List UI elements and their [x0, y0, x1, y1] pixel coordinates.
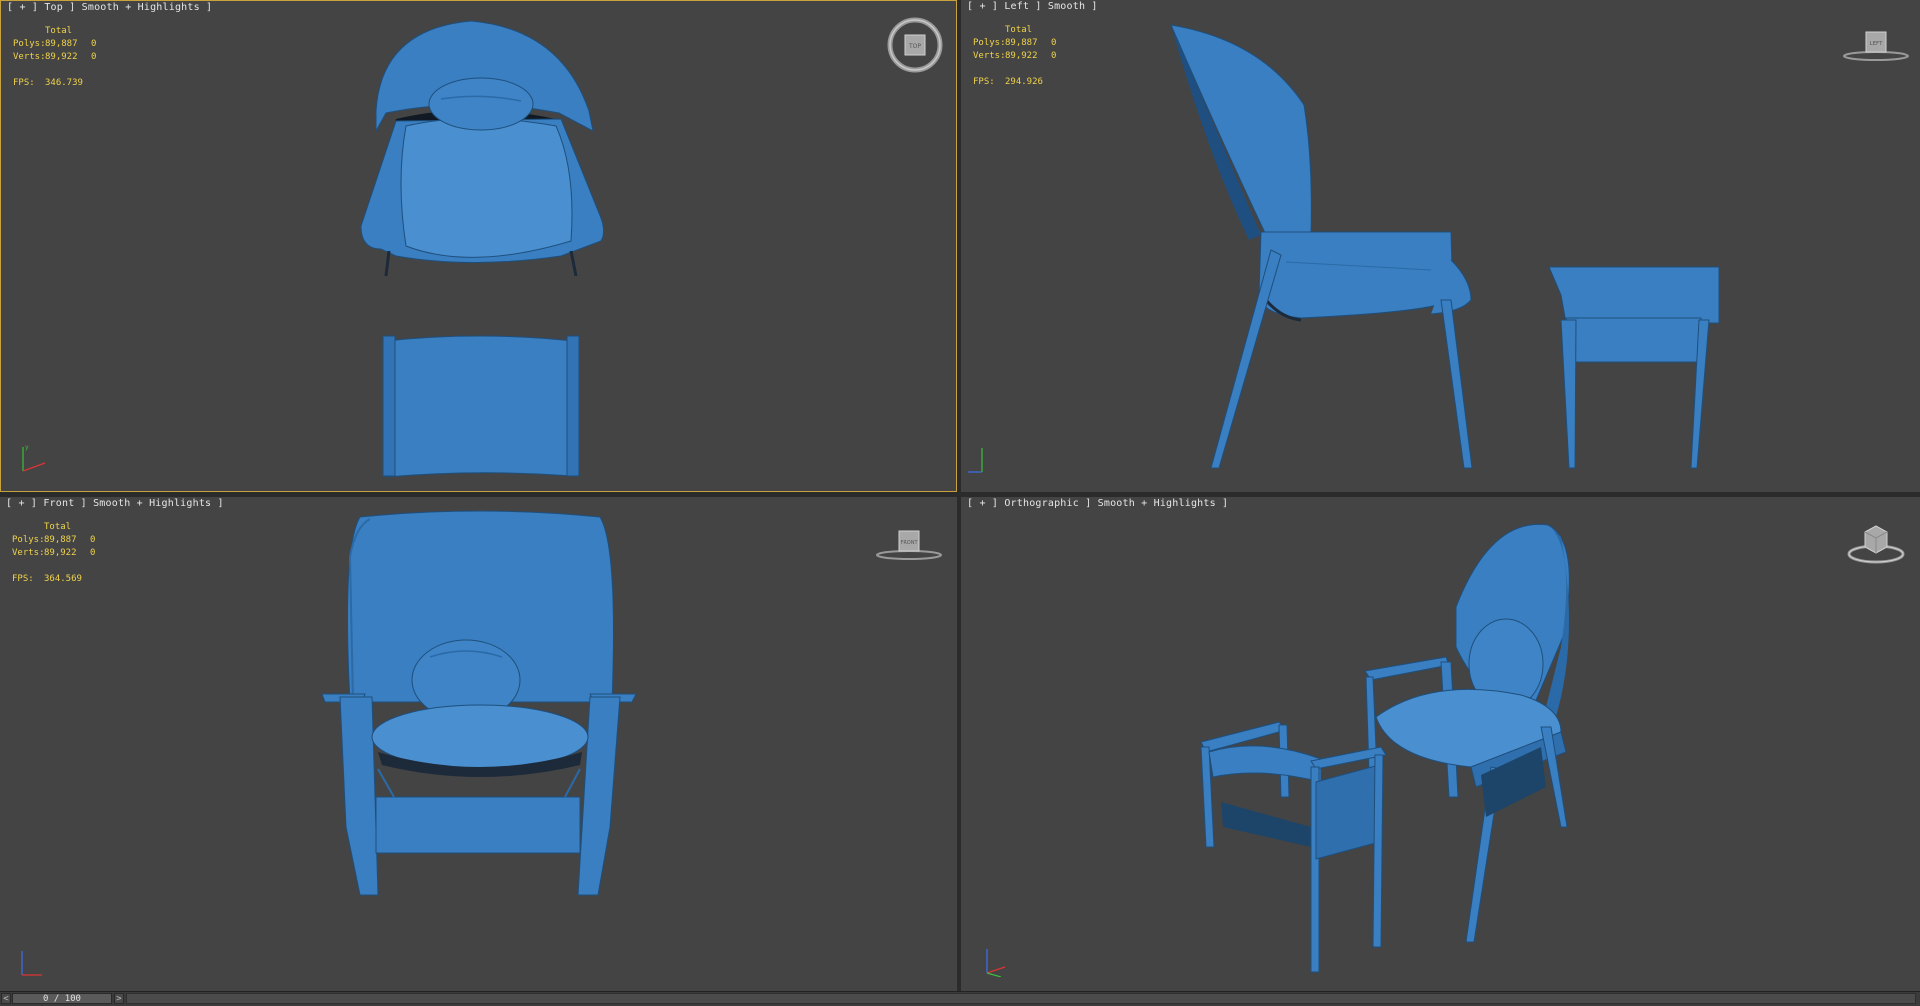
time-slider[interactable]: 0 / 100	[12, 993, 112, 1004]
chair-front-view-model[interactable]	[0, 497, 957, 991]
timeline-bar: < 0 / 100 >	[0, 991, 1920, 1006]
timeline-next-button[interactable]: >	[114, 993, 124, 1004]
timeline-track[interactable]	[126, 993, 1916, 1004]
chair-side-view-model[interactable]	[961, 0, 1920, 492]
viewport-top[interactable]: [ + ] Top ] Smooth + Highlights ] Total …	[0, 0, 957, 492]
viewport-orthographic[interactable]: [ + ] Orthographic ] Smooth + Highlights…	[961, 497, 1920, 991]
viewport-front[interactable]: [ + ] Front ] Smooth + Highlights ] Tota…	[0, 497, 957, 991]
timeline-prev-button[interactable]: <	[1, 993, 11, 1004]
chair-perspective-view-model[interactable]	[961, 497, 1920, 991]
viewport-left[interactable]: [ + ] Left ] Smooth ] Total Polys:89,887…	[961, 0, 1920, 492]
chair-top-view-model[interactable]	[1, 1, 957, 492]
